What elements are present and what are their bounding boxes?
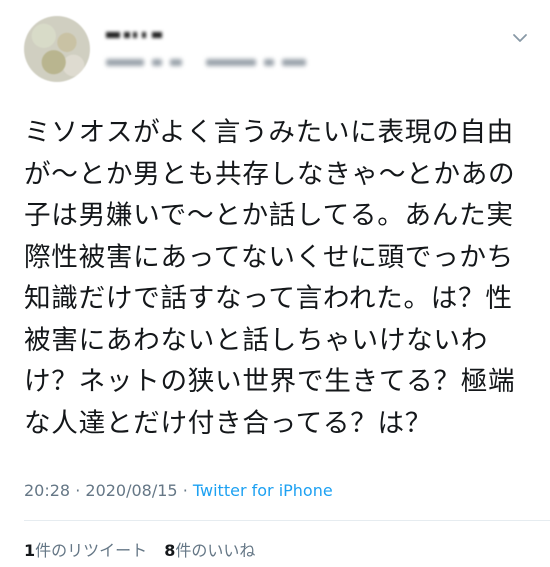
meta-separator: · — [182, 481, 188, 500]
display-name-redacted[interactable] — [106, 26, 166, 44]
retweet-label: 件のリツイート — [35, 541, 148, 560]
username-redacted[interactable] — [106, 56, 316, 70]
tweet-meta: 20:28 · 2020/08/15 · Twitter for iPhone — [24, 481, 333, 500]
retweet-count: 1 — [24, 541, 36, 560]
avatar[interactable] — [24, 16, 90, 82]
meta-separator: · — [75, 481, 81, 500]
chevron-down-icon[interactable] — [510, 28, 530, 48]
divider — [24, 520, 550, 521]
like-label: 件のいいね — [175, 541, 256, 560]
like-count-link[interactable]: 8件のいいね — [164, 541, 255, 560]
tweet-header — [24, 16, 534, 82]
tweet-text: ミソオスがよく言うみたいに表現の自由が〜とか男とも共存しなきゃ〜とかあの子は男嫌… — [24, 117, 516, 439]
tweet-time[interactable]: 20:28 — [24, 481, 70, 500]
tweet-date[interactable]: 2020/08/15 — [85, 481, 177, 500]
like-count: 8 — [164, 541, 176, 560]
retweet-count-link[interactable]: 1件のリツイート — [24, 541, 147, 560]
tweet-source-link[interactable]: Twitter for iPhone — [193, 481, 333, 500]
tweet-stats: 1件のリツイート 8件のいいね — [24, 537, 267, 561]
